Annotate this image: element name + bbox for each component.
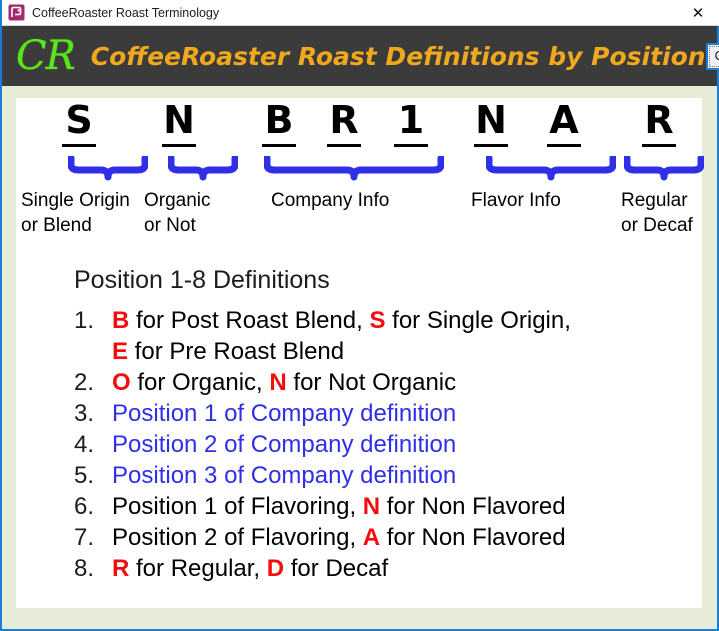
definition-item-4: 4. Position 2 of Company definition	[74, 429, 704, 460]
definition-text-plain: for Non Flavored	[380, 524, 566, 551]
definitions-section: Position 1-8 Definitions 1. B for Post Ro…	[74, 266, 704, 584]
definition-code-letter: D	[266, 555, 285, 582]
definition-code-letter: N	[362, 493, 381, 520]
page-title: CoffeeRoaster Roast Definitions by Posit…	[90, 41, 706, 71]
code-letter-underline	[327, 144, 361, 147]
brace-organic-or-not	[168, 156, 238, 182]
definition-text-plain: Position 1 of Flavoring,	[112, 493, 363, 520]
brace-regular-or-decaf	[624, 156, 704, 182]
definition-code-letter: O	[112, 369, 131, 396]
code-letter-5: 1	[388, 98, 434, 147]
definition-code-letter: R	[112, 555, 130, 582]
brace-single-origin-or-blend	[68, 156, 148, 182]
definition-item-6: 6. Position 1 of Flavoring, N for Non Fla…	[74, 491, 704, 522]
code-letter-underline	[474, 144, 508, 147]
definition-code-letter: N	[269, 369, 287, 396]
app-header: CR CoffeeRoaster Roast Definitions by Po…	[2, 26, 719, 86]
definition-code-letter: E	[112, 338, 129, 365]
definition-text: R for Regular, D for Decaf	[112, 553, 704, 584]
code-letter-underline	[262, 144, 296, 147]
definition-text-plain: Position 2 of Flavoring,	[112, 524, 363, 551]
brace-company-info	[264, 156, 444, 182]
code-letter-char: N	[163, 98, 195, 142]
definition-text-plain: for Not Organic	[286, 369, 457, 396]
definition-code-letter: A	[362, 524, 381, 551]
group-label-flavor-info: Flavor Info	[471, 190, 561, 211]
code-braces-row	[16, 156, 704, 188]
definition-item-8: 8. R for Regular, D for Decaf	[74, 553, 704, 584]
group-label-organic-or-not: Organic or Not	[144, 190, 211, 236]
code-letter-char: R	[644, 98, 674, 142]
code-letter-char: B	[264, 98, 294, 142]
definition-text-blue: Position 2 of Company definition	[112, 431, 457, 458]
app-window: CoffeeRoaster Roast Terminology ✕ CR Cof…	[0, 0, 719, 631]
definition-number: 1.	[74, 307, 95, 334]
code-letter-underline	[62, 144, 96, 147]
definition-text-blue: Position 1 of Company definition	[112, 400, 457, 427]
code-letter-underline	[642, 144, 676, 147]
group-label-company-info: Company Info	[271, 190, 390, 211]
close-button-label: Close	[715, 48, 719, 63]
titlebar: CoffeeRoaster Roast Terminology ✕	[2, 0, 719, 26]
definitions-heading: Position 1-8 Definitions	[74, 266, 330, 294]
definition-text-blue: Position 3 of Company definition	[112, 462, 457, 489]
content-panel: SNBR1NAR Single Origin or Blend Organic o…	[16, 98, 704, 608]
code-letter-6: N	[468, 98, 514, 147]
definition-text-plain: for Post Roast Blend,	[129, 307, 370, 334]
close-button[interactable]: Close ✕	[705, 42, 719, 70]
definition-item-3: 3. Position 1 of Company definition	[74, 398, 704, 429]
window-close-button[interactable]: ✕	[675, 0, 719, 25]
definition-text-plain: for Non Flavored	[380, 493, 566, 520]
code-letter-underline	[394, 144, 428, 147]
definition-text: O for Organic, N for Not Organic	[112, 367, 704, 398]
definition-code-letter: B	[112, 307, 130, 334]
code-letters-row: SNBR1NAR	[16, 98, 702, 156]
code-letter-7: A	[541, 98, 587, 147]
code-group-labels-row: Single Origin or Blend Organic or Not Comp…	[16, 188, 702, 250]
code-letter-underline	[547, 144, 581, 147]
code-letter-4: R	[321, 98, 367, 147]
code-letter-1: S	[56, 98, 102, 147]
definition-item-1: 1. B for Post Roast Blend, S for Single O…	[74, 305, 704, 367]
definitions-list: 1. B for Post Roast Blend, S for Single O…	[74, 305, 704, 584]
definition-number: 3.	[74, 400, 95, 427]
definition-number: 8.	[74, 555, 95, 582]
definition-text-plain: for Regular,	[129, 555, 267, 582]
coffeeroaster-logo: CR	[16, 33, 76, 79]
definition-text-plain: for Organic,	[130, 369, 270, 396]
definition-item-5: 5. Position 3 of Company definition	[74, 460, 704, 491]
definition-number: 6.	[74, 493, 95, 520]
titlebar-title: CoffeeRoaster Roast Terminology	[32, 5, 220, 20]
definition-text-plain: for Pre Roast Blend	[128, 338, 345, 365]
definition-text-plain: for Decaf	[284, 555, 389, 582]
definition-text-plain: for Single Origin,	[385, 307, 571, 334]
code-letter-char: N	[475, 98, 507, 142]
code-letter-8: R	[636, 98, 682, 147]
code-letter-3: B	[256, 98, 302, 147]
definition-item-7: 7. Position 2 of Flavoring, A for Non Fla…	[74, 522, 704, 553]
definition-number: 4.	[74, 431, 95, 458]
definition-text: Position 2 of Company definition	[112, 429, 704, 460]
definition-number: 7.	[74, 524, 95, 551]
group-label-single-origin-or-blend: Single Origin or Blend	[21, 190, 130, 236]
definition-text: Position 1 of Flavoring, N for Non Flavo…	[112, 491, 704, 522]
code-letter-char: S	[65, 98, 93, 142]
code-letter-char: R	[329, 98, 359, 142]
definition-code-letter: S	[369, 307, 386, 334]
definition-text: Position 1 of Company definition	[112, 398, 704, 429]
definition-item-2: 2. O for Organic, N for Not Organic	[74, 367, 704, 398]
code-letter-char: A	[549, 98, 579, 142]
definition-number: 5.	[74, 462, 95, 489]
code-letter-underline	[162, 144, 196, 147]
code-letter-char: 1	[397, 98, 425, 142]
coffeeroaster-app-icon	[8, 4, 25, 21]
definition-number: 2.	[74, 369, 95, 396]
code-letter-2: N	[156, 98, 202, 147]
brace-flavor-info	[486, 156, 616, 182]
group-label-regular-or-decaf: Regular or Decaf	[621, 190, 693, 236]
definition-text: Position 3 of Company definition	[112, 460, 704, 491]
definition-text: Position 2 of Flavoring, A for Non Flavo…	[112, 522, 704, 553]
definition-text: B for Post Roast Blend, S for Single Ori…	[112, 305, 704, 367]
